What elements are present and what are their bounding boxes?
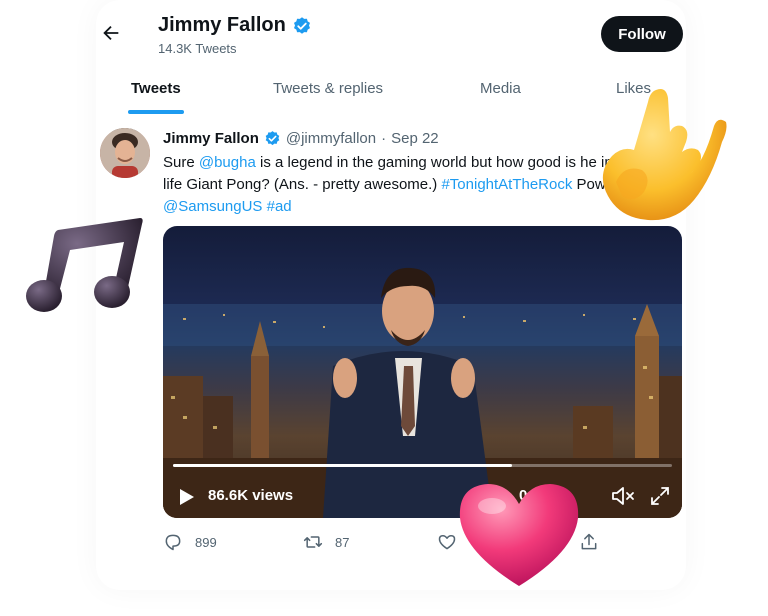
tweet-count: 14.3K Tweets <box>158 41 237 56</box>
like-icon <box>438 535 456 550</box>
hashtag-link[interactable]: #TonightAtTheRock <box>441 176 572 193</box>
tweet-text: Sure @bugha is a legend in the gaming wo… <box>163 152 663 218</box>
avatar[interactable] <box>100 128 150 178</box>
hashtag-link[interactable]: #ad <box>267 198 292 215</box>
video-frame-image <box>163 267 682 518</box>
verified-badge-icon <box>293 16 310 34</box>
ok-hand-sticker <box>602 89 727 221</box>
fullscreen-icon[interactable] <box>649 485 671 507</box>
back-arrow-icon[interactable] <box>100 22 122 44</box>
reply-action[interactable]: 899 <box>163 532 217 552</box>
follow-button[interactable]: Follow <box>601 16 683 52</box>
tab-tweets-replies[interactable]: Tweets & replies <box>273 80 383 97</box>
verified-badge-icon <box>265 131 280 146</box>
share-icon <box>581 533 597 550</box>
video-progress-fill <box>173 464 513 467</box>
profile-name-row: Jimmy Fallon <box>158 14 312 37</box>
share-action[interactable] <box>579 532 599 552</box>
meta-separator: · <box>381 130 387 147</box>
retweet-icon <box>303 536 323 548</box>
reply-icon <box>165 534 181 551</box>
video-view-count: 86.6K views <box>208 487 294 504</box>
retweet-action[interactable]: 87 <box>303 532 349 552</box>
tweet-handle[interactable]: @jimmyfallon <box>286 130 376 147</box>
tweet-date[interactable]: Sep 22 <box>391 130 439 147</box>
music-note-sticker <box>26 218 143 312</box>
mute-icon[interactable] <box>611 485 635 507</box>
video-progress-bar[interactable] <box>173 464 672 467</box>
tweet-header: Jimmy Fallon @jimmyfallon · Sep 22 <box>163 130 439 147</box>
heart-sticker <box>459 484 579 586</box>
tweet-text-segment: Sure <box>163 154 199 171</box>
tab-tweets[interactable]: Tweets <box>131 80 181 97</box>
tweet-author-name[interactable]: Jimmy Fallon <box>163 130 259 147</box>
profile-name: Jimmy Fallon <box>158 14 286 36</box>
reply-count: 899 <box>195 534 217 550</box>
mention-link[interactable]: @bugha <box>199 154 256 171</box>
tab-media[interactable]: Media <box>480 80 521 97</box>
retweet-count: 87 <box>335 534 350 550</box>
video-player[interactable]: 86.6K views 0:28 <box>163 226 682 518</box>
mention-link[interactable]: @SamsungUS <box>163 198 262 215</box>
like-action[interactable] <box>437 532 457 552</box>
active-tab-indicator <box>128 110 184 114</box>
play-icon[interactable] <box>179 488 195 506</box>
